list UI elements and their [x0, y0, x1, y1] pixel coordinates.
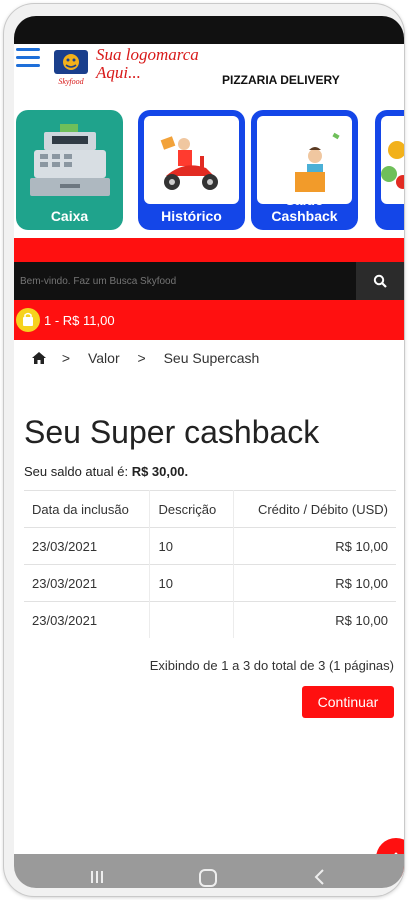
col-description: Descrição [149, 490, 234, 528]
balance-label: Seu saldo atual é: [24, 464, 129, 479]
logo-text: Skyfood [58, 77, 84, 86]
tile-image [144, 116, 239, 204]
brand-line-1: Sua logomarca [96, 45, 199, 64]
system-nav-bar [14, 854, 404, 888]
breadcrumb: > Valor > Seu Supercash [32, 350, 273, 366]
tile-image [257, 116, 352, 204]
table-row: 23/03/2021 10 R$ 10,00 [24, 564, 396, 602]
tile-caixa-label: Caixa [50, 208, 89, 224]
tile-caixa[interactable]: Caixa [16, 110, 123, 230]
menu-icon[interactable] [16, 48, 40, 70]
search-input[interactable] [14, 262, 356, 300]
breadcrumb-valor[interactable]: Valor [88, 350, 120, 366]
cell-desc [149, 601, 234, 638]
cell-amount: R$ 10,00 [233, 527, 396, 565]
cell-desc: 10 [149, 527, 234, 565]
chevron-right-icon: > [137, 350, 146, 366]
cell-date: 23/03/2021 [24, 527, 151, 565]
brand-slogan: Sua logomarca Aqui... [96, 46, 199, 82]
cashback-person-icon [295, 132, 340, 192]
search-button[interactable] [356, 262, 404, 300]
cell-date: 23/03/2021 [24, 564, 151, 602]
cart-summary: 1 - R$ 11,00 [44, 313, 115, 328]
cell-amount: R$ 10,00 [233, 564, 396, 602]
col-date: Data da inclusão [24, 490, 151, 528]
cart-bar[interactable]: 1 - R$ 11,00 [14, 300, 404, 340]
tile-saldo-cashback[interactable]: Saldo Cashback [251, 110, 358, 230]
status-bar [14, 16, 404, 44]
balance-value: R$ 30,00. [131, 464, 189, 479]
home-nav-icon[interactable] [198, 868, 218, 888]
table-row: 23/03/2021 10 R$ 10,00 [24, 527, 396, 565]
cell-date: 23/03/2021 [24, 601, 151, 638]
shopping-bag-icon [16, 308, 40, 332]
continue-button[interactable]: Continuar [302, 686, 394, 718]
search-bar [14, 262, 404, 300]
delivery-scooter-icon [160, 136, 218, 190]
tile-next[interactable] [375, 110, 404, 230]
screen: Skyfood Sua logomarca Aqui... PIZZARIA D… [14, 16, 404, 888]
chevron-right-icon: > [61, 350, 71, 366]
red-banner [14, 238, 404, 262]
tile-saldo-label: Saldo Cashback [271, 192, 338, 224]
cashback-table: Data da inclusão Descrição Crédito / Déb… [24, 490, 396, 638]
brand-line-2: Aqui... [96, 63, 141, 82]
home-icon[interactable] [32, 352, 46, 364]
logo: Skyfood [54, 50, 88, 86]
table-row: 23/03/2021 R$ 10,00 [24, 601, 396, 638]
cell-desc: 10 [149, 564, 234, 602]
cell-amount: R$ 10,00 [233, 601, 396, 638]
page-title: Seu Super cashback [24, 414, 320, 450]
back-icon[interactable] [312, 868, 328, 886]
food-icon [381, 116, 404, 204]
category-tiles: Caixa Histórico Saldo Cashback [14, 110, 404, 230]
balance-line: Seu saldo atual é: R$ 30,00. [24, 464, 188, 479]
phone-frame: Skyfood Sua logomarca Aqui... PIZZARIA D… [4, 4, 404, 896]
col-amount: Crédito / Débito (USD) [233, 490, 396, 528]
breadcrumb-supercash: Seu Supercash [163, 350, 260, 366]
search-icon [373, 274, 387, 288]
tile-historico-label: Histórico [161, 208, 222, 224]
tile-historico[interactable]: Histórico [138, 110, 245, 230]
table-header-row: Data da inclusão Descrição Crédito / Déb… [24, 490, 396, 528]
store-name: PIZZARIA DELIVERY [222, 73, 340, 87]
pagination-info: Exibindo de 1 a 3 do total de 3 (1 págin… [149, 658, 394, 673]
recent-apps-icon[interactable] [88, 868, 106, 886]
